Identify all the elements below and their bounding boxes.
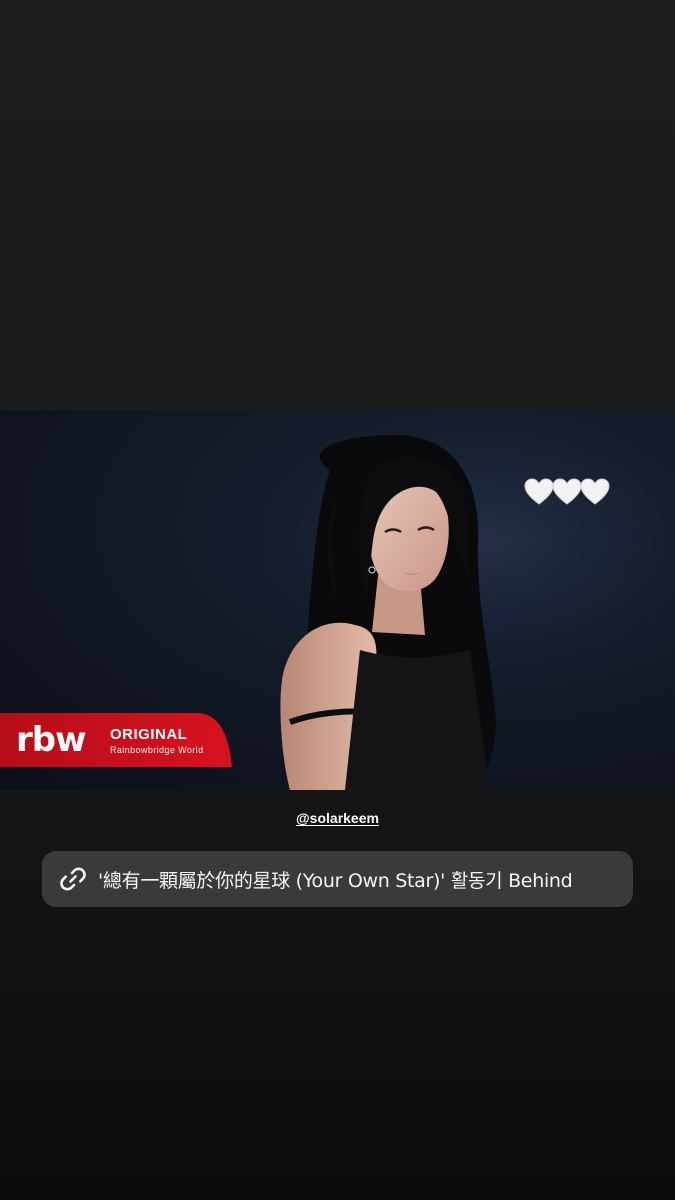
white-heart-icon <box>524 478 554 505</box>
mention-sticker[interactable]: @solarkeem <box>0 808 675 828</box>
white-heart-icon <box>580 478 610 505</box>
rbw-logo: rbw <box>16 720 87 760</box>
badge-title: ORIGINAL <box>110 726 188 743</box>
link-icon <box>60 867 86 891</box>
white-heart-icon <box>552 478 582 505</box>
story-screen: rbw ORIGINAL Rainbowbridge World @solark… <box>0 0 675 1200</box>
link-label[interactable]: '總有一顆屬於你的星球 (Your Own Star)' 활동기 Behind <box>98 866 573 893</box>
mention-handle[interactable]: @solarkeem <box>296 810 379 826</box>
rbw-original-badge: rbw ORIGINAL Rainbowbridge World <box>0 713 232 767</box>
badge-subtitle: Rainbowbridge World <box>110 745 204 755</box>
link-sticker[interactable]: '總有一顆屬於你的星球 (Your Own Star)' 활동기 Behind <box>42 851 633 907</box>
hearts-sticker <box>524 478 614 512</box>
